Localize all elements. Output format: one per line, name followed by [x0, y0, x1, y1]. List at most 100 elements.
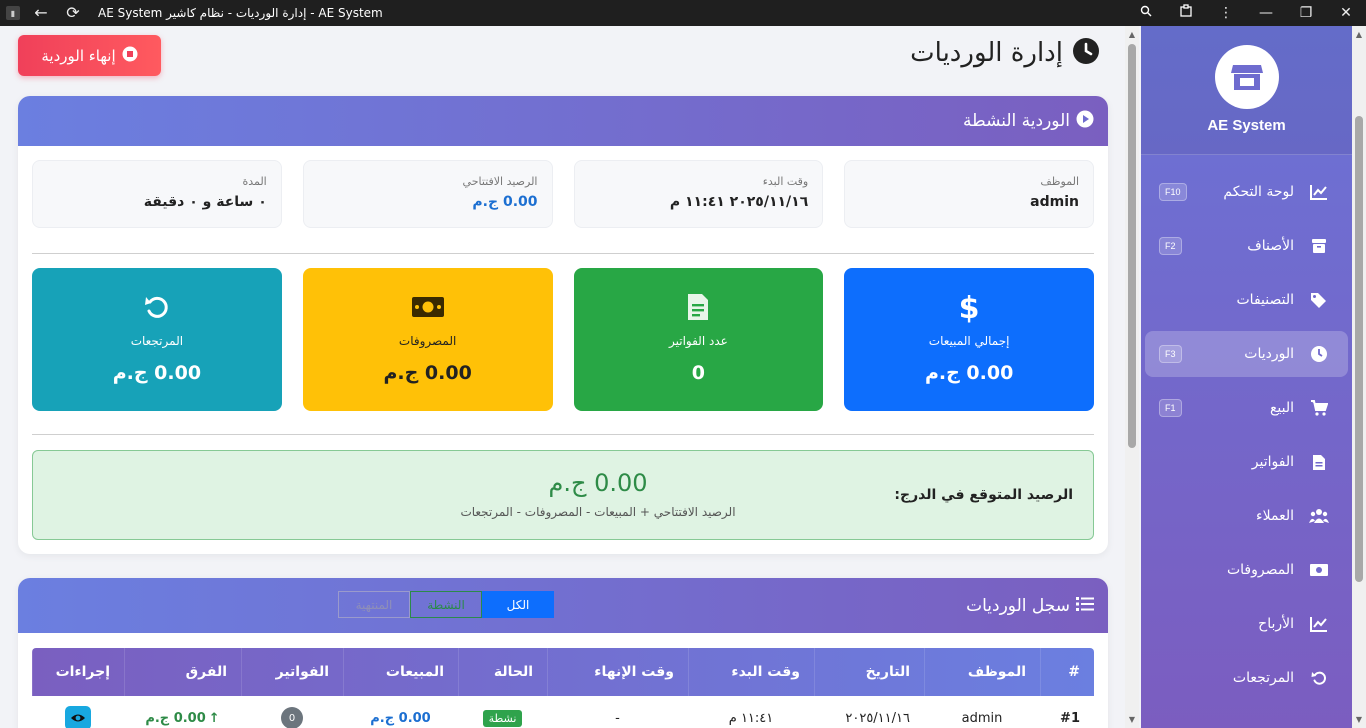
row-end: - — [615, 710, 620, 726]
sidebar-item-label: البيع — [1269, 400, 1294, 416]
row-start: ١١:٤١ م — [728, 710, 774, 726]
sidebar-item-label: المصروفات — [1226, 562, 1294, 578]
sidebar-header: AE System — [1141, 26, 1352, 155]
info-label: وقت البدء — [762, 175, 809, 188]
active-shift-header: الوردية النشطة — [18, 96, 1108, 146]
scroll-thumb[interactable] — [1128, 44, 1136, 448]
sidebar-item-label: لوحة التحكم — [1223, 184, 1294, 200]
row-sales: 0.00 ج.م — [370, 710, 431, 726]
stat-returns: المرتجعات 0.00 ج.م — [32, 268, 282, 411]
sidebar-item-dashboard[interactable]: لوحة التحكم F10 — [1145, 169, 1348, 215]
filter-all-button[interactable]: الكل — [482, 591, 554, 618]
sidebar-item-categories[interactable]: التصنيفات — [1145, 277, 1348, 323]
zoom-icon[interactable] — [1126, 4, 1166, 22]
info-label: المدة — [242, 175, 267, 188]
divider — [32, 253, 1094, 254]
sidebar-item-customers[interactable]: العملاء — [1145, 493, 1348, 539]
table-row: #1 admin ٢٠٢٥/١١/١٦ ١١:٤١ م - نشطة 0.00 … — [32, 696, 1094, 728]
close-icon[interactable]: ✕ — [1326, 4, 1366, 22]
shortcut-badge: F2 — [1159, 237, 1182, 255]
extensions-icon[interactable] — [1166, 3, 1206, 23]
window-title: AE System إدارة الورديات - نظام كاشير - … — [98, 6, 383, 20]
filter-active-button[interactable]: النشطة — [410, 591, 482, 618]
stats-row: $ إجمالي المبيعات 0.00 ج.م عدد الفواتير … — [32, 268, 1094, 411]
back-icon[interactable]: ← — [30, 4, 52, 22]
row-employee: admin — [961, 710, 1003, 726]
info-duration: المدة ٠ ساعة و ٠ دقيقة — [32, 160, 282, 228]
table-header: # الموظف التاريخ وقت البدء وقت الإنهاء ا… — [32, 648, 1094, 696]
invoice-count-badge: 0 — [281, 707, 303, 728]
minimize-icon[interactable]: — — [1246, 4, 1286, 22]
scroll-up-arrow[interactable]: ▲ — [1125, 30, 1139, 39]
scroll-down-arrow[interactable]: ▼ — [1125, 715, 1139, 724]
col-employee: الموظف — [924, 648, 1040, 696]
more-icon[interactable]: ⋮ — [1206, 4, 1246, 22]
col-actions: إجراءات — [32, 648, 124, 696]
chart-line-icon — [1308, 613, 1330, 635]
undo-icon — [1308, 667, 1330, 689]
status-badge: نشطة — [482, 709, 523, 727]
main-scrollbar[interactable]: ▲ ▼ — [1125, 26, 1139, 728]
col-invoices: الفواتير — [241, 648, 343, 696]
sidebar-item-sale[interactable]: البيع F1 — [1145, 385, 1348, 431]
stat-total-sales: $ إجمالي المبيعات 0.00 ج.م — [844, 268, 1094, 411]
info-value: ٢٠٢٥/١١/١٦ ١١:٤١ م — [669, 194, 809, 210]
filter-done-button[interactable]: المنتهية — [338, 591, 410, 618]
view-shift-button[interactable] — [65, 706, 91, 728]
stat-value: 0.00 ج.م — [924, 362, 1014, 384]
sidebar-item-profits[interactable]: الأرباح — [1145, 601, 1348, 647]
scroll-up-arrow[interactable]: ▲ — [1352, 30, 1366, 39]
col-diff: الفرق — [124, 648, 241, 696]
col-number: # — [1040, 648, 1094, 696]
shifts-table: # الموظف التاريخ وقت البدء وقت الإنهاء ا… — [32, 648, 1094, 728]
clock-icon — [1308, 343, 1330, 365]
sidebar-item-returns[interactable]: المرتجعات — [1145, 655, 1348, 701]
scroll-thumb[interactable] — [1355, 116, 1363, 582]
stat-invoice-count: عدد الفواتير 0 — [573, 268, 824, 411]
sidebar-item-invoices[interactable]: الفواتير — [1145, 439, 1348, 485]
expected-balance-wrap: 0.00 ج.م الرصيد الافتتاحي + المبيعات - ا… — [433, 451, 763, 539]
expected-balance-box: الرصيد المتوقع في الدرج: 0.00 ج.م الرصيد… — [32, 450, 1094, 540]
restore-icon[interactable]: ❐ — [1286, 4, 1326, 22]
stat-label: إجمالي المبيعات — [928, 334, 1010, 348]
sidebar-scrollbar[interactable]: ▲ ▼ — [1352, 26, 1366, 728]
money-icon — [411, 290, 445, 324]
active-shift-title: الوردية النشطة — [963, 111, 1070, 131]
arrow-up-icon: ↑ — [208, 710, 220, 726]
stat-label: عدد الفواتير — [668, 334, 728, 348]
sidebar-item-products[interactable]: الأصناف F2 — [1145, 223, 1348, 269]
col-sales: المبيعات — [343, 648, 458, 696]
sidebar-item-label: الأرباح — [1258, 616, 1294, 632]
end-shift-button[interactable]: إنهاء الوردية — [18, 35, 161, 76]
expected-balance-value: 0.00 ج.م — [548, 469, 648, 497]
row-invoices-cell: 0 — [241, 696, 343, 728]
shortcut-badge: F10 — [1159, 183, 1187, 201]
reload-icon[interactable]: ⟳ — [62, 4, 84, 22]
stat-value: 0.00 ج.م — [112, 362, 202, 384]
expected-balance-formula: الرصيد الافتتاحي + المبيعات - المصروفات … — [460, 505, 736, 519]
info-opening-balance: الرصيد الافتتاحي 0.00 ج.م — [302, 160, 553, 228]
users-icon — [1308, 505, 1330, 527]
sidebar-item-expenses[interactable]: المصروفات — [1145, 547, 1348, 593]
play-icon — [1076, 110, 1094, 132]
info-value: 0.00 ج.م — [472, 194, 538, 210]
svg-text:$: $ — [959, 291, 980, 323]
shift-log-title: سجل الورديات — [966, 595, 1070, 616]
clock-icon — [1071, 36, 1101, 70]
sidebar-item-shifts[interactable]: الورديات F3 — [1145, 331, 1348, 377]
shift-log-card: سجل الورديات المنتهية النشطة الكل # المو… — [18, 578, 1108, 728]
app-name: AE System — [1207, 117, 1286, 134]
dollar-icon: $ — [958, 290, 980, 324]
info-start-time: وقت البدء ٢٠٢٥/١١/١٦ ١١:٤١ م — [573, 160, 824, 228]
list-icon — [1076, 596, 1094, 616]
scroll-down-arrow[interactable]: ▼ — [1352, 715, 1366, 724]
row-date: ٢٠٢٥/١١/١٦ — [845, 710, 910, 726]
stat-value: 0.00 ج.م — [383, 362, 472, 384]
sidebar-item-label: التصنيفات — [1236, 292, 1295, 308]
sidebar-item-label: العملاء — [1256, 508, 1294, 524]
shift-log-header: سجل الورديات المنتهية النشطة الكل — [18, 578, 1108, 633]
undo-icon — [143, 290, 171, 324]
app-menu-icon[interactable]: ▮ — [6, 6, 20, 20]
shift-info-row: الموظف admin وقت البدء ٢٠٢٥/١١/١٦ ١١:٤١ … — [32, 160, 1094, 228]
shift-filters: المنتهية النشطة الكل — [338, 591, 554, 618]
